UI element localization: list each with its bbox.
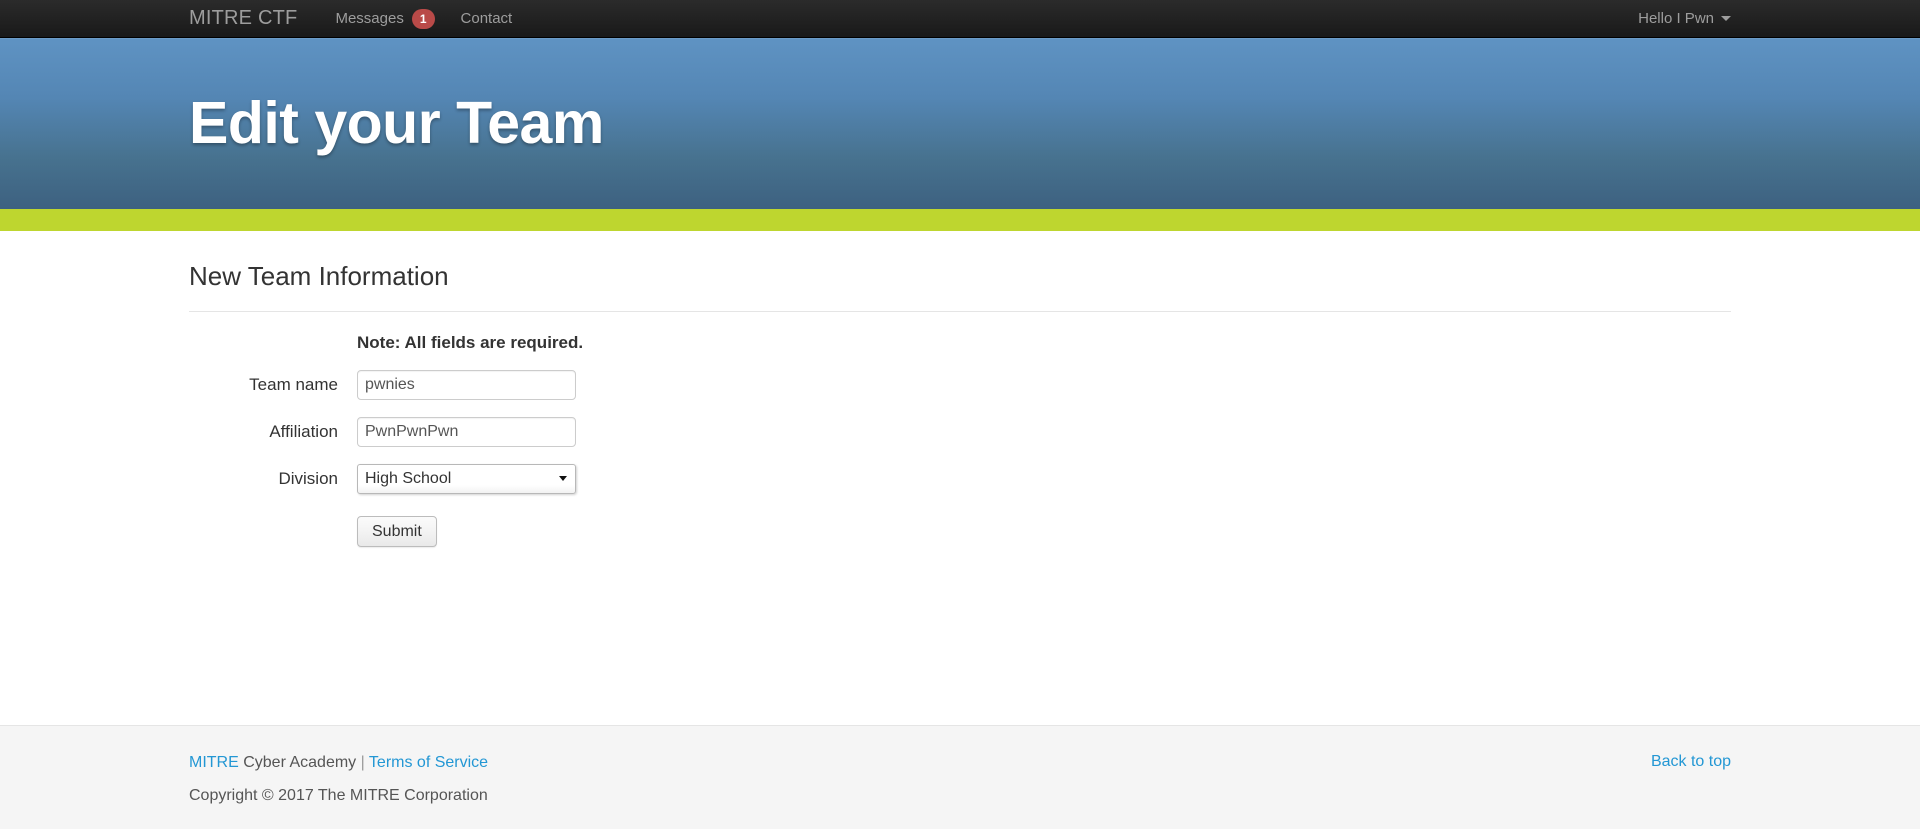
footer-links-line: MITRE Cyber Academy | Terms of Service <box>189 753 1731 772</box>
chevron-down-icon <box>559 476 567 482</box>
label-division: Division <box>278 469 338 489</box>
footer-link-terms[interactable]: Terms of Service <box>369 754 488 771</box>
messages-badge: 1 <box>411 8 435 29</box>
note-spacer <box>189 333 357 353</box>
submit-button[interactable]: Submit <box>357 516 437 548</box>
footer-org-text: Cyber Academy <box>238 754 361 771</box>
team-name-input[interactable] <box>357 370 576 401</box>
required-note-row: Note: All fields are required. <box>189 333 1731 353</box>
footer-separator: | <box>360 754 365 771</box>
label-affiliation: Affiliation <box>269 422 338 442</box>
main-content: New Team Information Note: All fields ar… <box>189 231 1731 548</box>
user-menu-label: Hello I Pwn <box>1638 10 1714 27</box>
team-form: Note: All fields are required. Team name… <box>189 312 1731 548</box>
page-hero: Edit your Team <box>0 38 1920 209</box>
user-menu-dropdown[interactable]: Hello I Pwn <box>1638 10 1731 27</box>
footer-link-mitre[interactable]: MITRE <box>189 754 239 771</box>
section-heading: New Team Information <box>189 261 449 291</box>
division-select-wrapper[interactable]: High School <box>357 464 576 495</box>
page-footer: MITRE Cyber Academy | Terms of Service C… <box>0 725 1920 829</box>
form-row-affiliation: Affiliation <box>189 417 1731 448</box>
required-fields-note: Note: All fields are required. <box>357 333 584 353</box>
nav-item-contact-label: Contact <box>460 10 513 27</box>
navbar-right: Hello I Pwn <box>1638 0 1731 37</box>
nav-item-messages[interactable]: Messages 1 <box>335 8 435 29</box>
nav-item-contact[interactable]: Contact <box>461 10 513 27</box>
page-title: Edit your Team <box>189 90 604 156</box>
chevron-down-icon <box>1721 16 1731 21</box>
division-selected-value: High School <box>365 470 452 488</box>
label-team-name: Team name <box>249 375 338 395</box>
back-to-top-link[interactable]: Back to top <box>1651 753 1731 771</box>
division-select[interactable]: High School <box>357 464 576 495</box>
navbar-brand[interactable]: MITRE CTF <box>189 7 297 30</box>
hero-container: Edit your Team <box>189 94 1731 153</box>
form-actions: Submit <box>189 516 1731 548</box>
navbar-container: MITRE CTF Messages 1 Contact Hello I Pwn <box>189 0 1731 37</box>
accent-divider-bar <box>0 209 1920 231</box>
footer-copyright: Copyright © 2017 The MITRE Corporation <box>189 787 488 805</box>
affiliation-input[interactable] <box>357 417 576 448</box>
top-navbar: MITRE CTF Messages 1 Contact Hello I Pwn <box>0 0 1920 38</box>
form-row-division: Division High School <box>189 464 1731 495</box>
submit-spacer <box>189 516 357 547</box>
nav-item-messages-label: Messages <box>335 10 404 27</box>
form-row-team-name: Team name <box>189 370 1731 401</box>
footer-container: MITRE Cyber Academy | Terms of Service C… <box>189 726 1731 805</box>
